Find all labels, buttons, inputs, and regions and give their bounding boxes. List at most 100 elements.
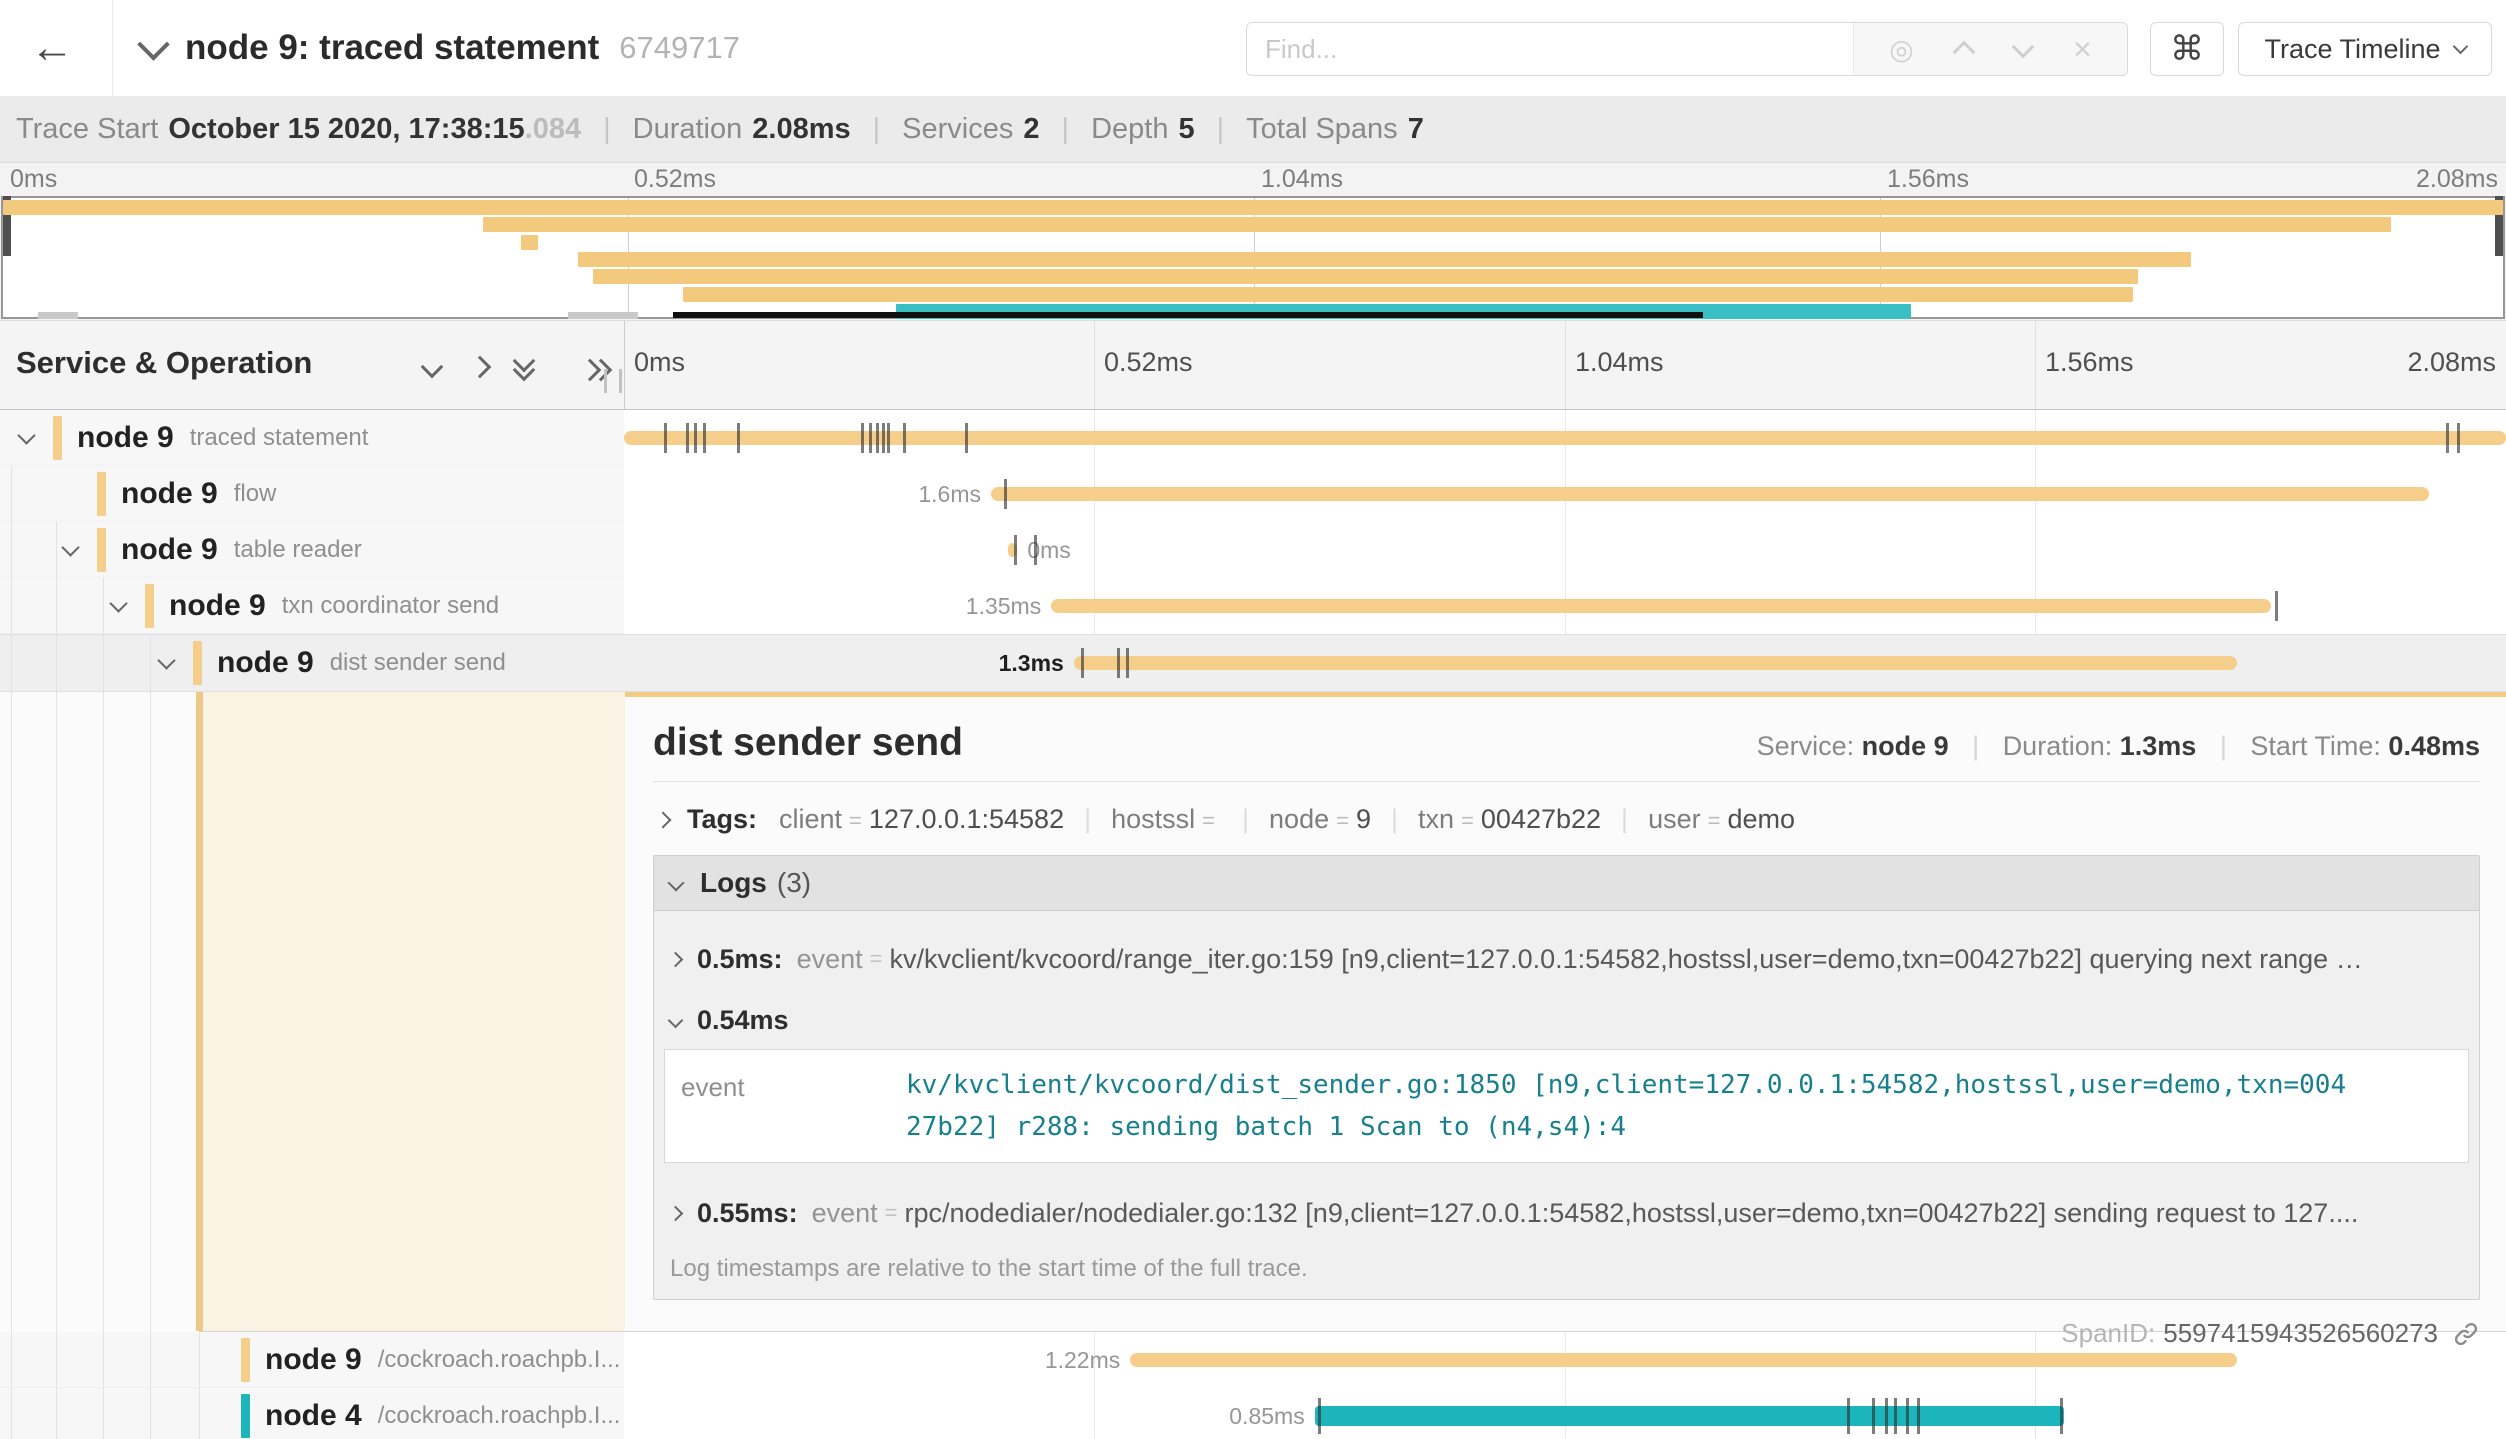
log-marker[interactable] [861, 423, 864, 453]
view-select[interactable]: Trace Timeline [2238, 22, 2492, 76]
find-input[interactable] [1247, 23, 1853, 75]
log-marker[interactable] [1014, 535, 1017, 565]
span-duration-bar[interactable] [624, 431, 2506, 445]
prev-result-icon[interactable] [1953, 41, 1976, 64]
minimap-notch [38, 312, 78, 319]
start-time-label: Start Time: [2250, 731, 2381, 761]
log-marker[interactable] [1894, 1398, 1897, 1434]
log-marker[interactable] [2060, 1398, 2063, 1434]
span-lane[interactable]: 1.6ms [624, 466, 2506, 522]
expand-all-icon[interactable] [582, 357, 604, 383]
clear-search-icon[interactable]: × [2073, 31, 2092, 68]
log-marker[interactable] [1318, 1398, 1321, 1434]
tags-row[interactable]: Tags: client=127.0.0.1:54582 | hostssl= … [653, 804, 2480, 835]
span-row[interactable]: node 9 table reader 0ms [0, 522, 2506, 578]
next-result-icon[interactable] [2011, 36, 2034, 59]
log-marker[interactable] [882, 423, 885, 453]
chevron-down-icon[interactable] [17, 426, 35, 444]
span-id-row: SpanID: 5597415943526560273 [653, 1318, 2480, 1349]
minimap-span [683, 287, 2133, 302]
span-row[interactable]: node 4 /cockroach.roachpb.I... 0.85ms [0, 1388, 2506, 1439]
log-marker[interactable] [1847, 1398, 1850, 1434]
minimap-scrollbar[interactable] [673, 312, 1703, 318]
logs-header[interactable]: Logs (3) [654, 856, 2479, 911]
chevron-down-icon [668, 875, 685, 892]
chevron-down-icon [668, 1012, 684, 1028]
log-marker[interactable] [703, 423, 706, 453]
log-marker[interactable] [1126, 648, 1129, 678]
timeline-header: Service & Operation 0ms 0.52ms 1.04ms 1.… [0, 320, 2506, 410]
focus-target-icon[interactable]: ◎ [1889, 33, 1913, 66]
operation-name: txn coordinator send [282, 592, 499, 620]
log-entry[interactable]: 0.55ms: event = rpc/nodedialer/nodediale… [654, 1181, 2479, 1245]
log-marker[interactable] [686, 423, 689, 453]
expand-one-icon[interactable] [469, 356, 492, 379]
collapse-all-icon[interactable] [514, 353, 536, 379]
log-marker[interactable] [2446, 423, 2449, 453]
log-marker[interactable] [1872, 1398, 1875, 1434]
log-timestamp: 0.5ms: [697, 944, 783, 975]
log-marker[interactable] [1885, 1398, 1888, 1434]
find-addon: ◎ × [1853, 23, 2127, 75]
column-resize-handle[interactable] [604, 369, 622, 393]
span-duration-bar[interactable] [1130, 1353, 2237, 1367]
log-marker[interactable] [694, 423, 697, 453]
span-color-bar [241, 1338, 250, 1382]
minimap-canvas[interactable] [1, 196, 2505, 319]
tag-item: node=9 [1269, 804, 1371, 835]
indent-guide [11, 466, 12, 1439]
span-detail-panel: dist sender send Service: node 9 | Durat… [200, 692, 2506, 1332]
log-entry[interactable]: 0.5ms: event = kv/kvclient/kvcoord/range… [654, 921, 2479, 997]
copy-link-icon[interactable] [2452, 1320, 2480, 1348]
log-marker[interactable] [2457, 423, 2460, 453]
trace-start-label: Trace Start [16, 113, 158, 146]
log-marker[interactable] [664, 423, 667, 453]
log-marker[interactable] [1117, 648, 1120, 678]
trace-timeline-page: ← node 9: traced statement 6749717 ◎ × ⌘… [0, 0, 2506, 1439]
log-marker[interactable] [876, 423, 879, 453]
span-row[interactable]: node 9 traced statement [0, 410, 2506, 466]
panel-divider[interactable] [624, 321, 625, 409]
span-lane[interactable]: 1.3ms [624, 635, 2506, 691]
log-entry-expanded[interactable]: 0.54ms [654, 997, 2479, 1043]
span-row[interactable]: node 9 txn coordinator send 1.35ms [0, 578, 2506, 634]
log-marker[interactable] [737, 423, 740, 453]
gridline [1094, 321, 1095, 409]
log-marker[interactable] [1081, 648, 1084, 678]
chevron-down-icon[interactable] [157, 651, 175, 669]
detail-content: dist sender send Service: node 9 | Durat… [625, 692, 2506, 1331]
detail-accent-bar [196, 692, 203, 1331]
log-marker[interactable] [1917, 1398, 1920, 1434]
keyboard-shortcuts-button[interactable]: ⌘ [2150, 22, 2224, 76]
span-color-bar [145, 584, 154, 628]
log-marker[interactable] [2275, 591, 2278, 621]
collapse-one-icon[interactable] [421, 356, 444, 379]
log-marker[interactable] [869, 423, 872, 453]
span-duration-label: 1.6ms [918, 466, 981, 522]
span-duration-bar[interactable] [991, 487, 2429, 501]
title-chevron-down-icon[interactable] [137, 28, 170, 61]
span-lane[interactable]: 1.35ms [624, 578, 2506, 634]
service-value: node 9 [1862, 731, 1949, 761]
span-row-selected[interactable]: node 9 dist sender send 1.3ms [0, 634, 2506, 692]
span-lane[interactable] [624, 410, 2506, 466]
chevron-right-icon [668, 1205, 684, 1221]
chevron-right-icon [655, 811, 672, 828]
back-button[interactable]: ← [30, 22, 74, 74]
span-lane[interactable]: 0.85ms [624, 1388, 2506, 1439]
log-marker[interactable] [887, 423, 890, 453]
chevron-down-icon[interactable] [109, 594, 127, 612]
span-duration-bar[interactable] [1315, 1406, 2064, 1426]
log-marker[interactable] [903, 423, 906, 453]
span-duration-bar[interactable] [1051, 599, 2271, 613]
span-lane[interactable]: 0ms [624, 522, 2506, 578]
minimap-tick-label: 1.04ms [1261, 165, 1343, 194]
chevron-down-icon[interactable] [61, 538, 79, 556]
operation-name: traced statement [190, 424, 369, 452]
span-duration-bar[interactable] [1074, 656, 2237, 670]
log-marker[interactable] [965, 423, 968, 453]
log-marker[interactable] [1004, 479, 1007, 509]
span-row[interactable]: node 9 flow 1.6ms [0, 466, 2506, 522]
log-marker[interactable] [1906, 1398, 1909, 1434]
log-marker[interactable] [1034, 535, 1037, 565]
